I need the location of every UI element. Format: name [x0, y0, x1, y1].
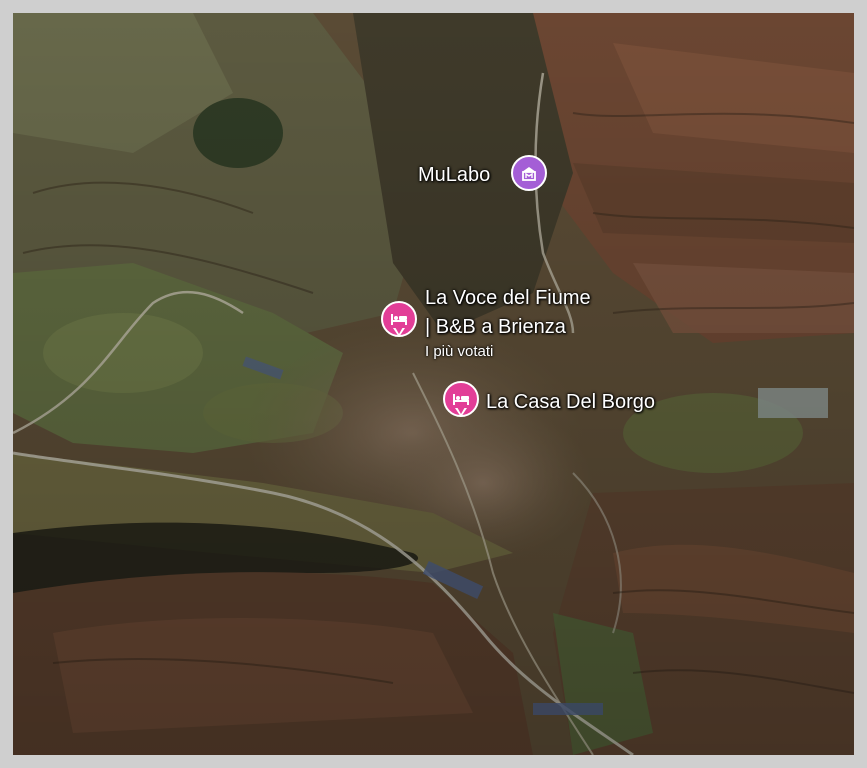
place-marker-la-casa-del-borgo[interactable] — [443, 381, 479, 417]
bed-icon — [453, 394, 469, 405]
bed-icon — [391, 314, 407, 325]
museum-icon — [522, 167, 536, 181]
satellite-terrain[interactable] — [13, 13, 854, 755]
place-label-mulabo[interactable]: MuLabo — [418, 162, 490, 188]
place-marker-la-voce-del-fiume[interactable] — [381, 301, 417, 337]
place-marker-mulabo[interactable] — [511, 155, 547, 191]
place-label-la-voce-del-fiume-line1[interactable]: La Voce del Fiume — [425, 285, 591, 311]
place-sublabel-top-rated: I più votati — [425, 343, 494, 360]
place-label-la-casa-del-borgo[interactable]: La Casa Del Borgo — [486, 389, 655, 415]
map-frame[interactable]: MuLabo La Voce del Fiume | B&B a Brienza… — [13, 13, 854, 755]
marker-head — [511, 155, 547, 191]
place-label-la-voce-del-fiume-line2[interactable]: | B&B a Brienza — [425, 314, 566, 340]
